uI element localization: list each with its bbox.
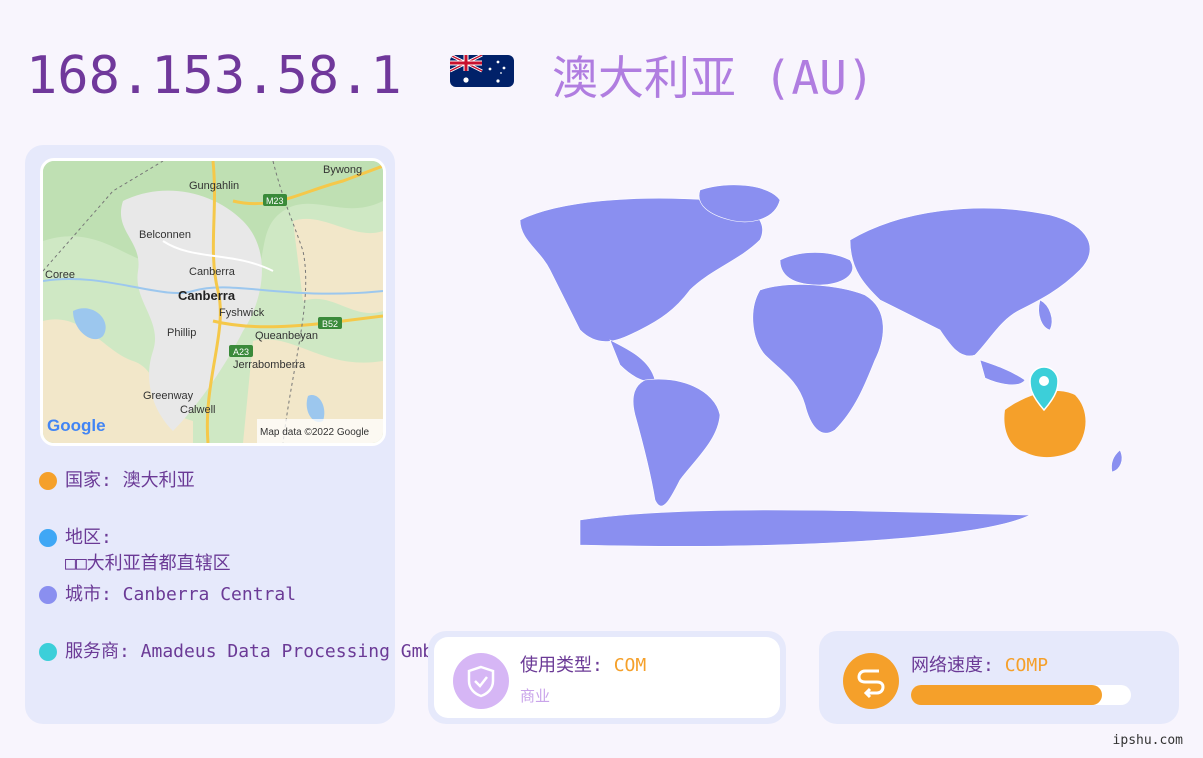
usage-type-card: 使用类型: COM 商业 (428, 631, 786, 724)
map-label-b52: B52 (322, 319, 338, 329)
map-label-jerrabomberra: Jerrabomberra (233, 359, 306, 371)
usage-type-sub: 商业 (520, 687, 551, 705)
network-speed-title: 网络速度: (911, 655, 1005, 676)
map-label-canberra-small: Canberra (189, 266, 236, 278)
map-label-belconnen: Belconnen (139, 229, 191, 241)
usage-type-label: 使用类型: COM (520, 651, 646, 677)
map-label-m23: M23 (266, 196, 284, 206)
australia-flag-icon (450, 55, 514, 87)
country-info: 国家: 澳大利亚 (65, 470, 195, 491)
speed-icon (843, 653, 899, 709)
google-logo: Google (47, 416, 106, 435)
region-dot-icon (39, 529, 57, 547)
site-footer: ipshu.com (1112, 733, 1183, 748)
map-label-coree: Coree (45, 269, 75, 281)
map-label-fyshwick: Fyshwick (219, 307, 265, 319)
map-label-phillip: Phillip (167, 327, 196, 339)
country-dot-icon (39, 472, 57, 490)
isp-row: 服务商: Amadeus Data Processing GmbH (39, 639, 444, 665)
usage-type-title: 使用类型: (520, 655, 614, 676)
city-row: 城市: Canberra Central (39, 582, 296, 608)
shield-icon (453, 653, 509, 709)
map-label-canberra: Canberra (178, 288, 236, 303)
map-attribution: Map data ©2022 Google (260, 427, 370, 438)
ip-address: 168.153.58.1 (26, 46, 402, 106)
map-label-calwell: Calwell (180, 404, 215, 416)
network-speed-value: COMP (1004, 655, 1049, 676)
info-panel: Bywong Gungahlin M23 Belconnen Coree Can… (25, 145, 444, 724)
country-title: 澳大利亚 (AU) (552, 51, 875, 105)
region-label: 地区: (65, 527, 112, 548)
isp-dot-icon (39, 643, 57, 661)
speed-progress-bar (911, 685, 1131, 705)
city-info: 城市: Canberra Central (65, 584, 297, 605)
region-row: 地区: □□大利亚首都直辖区 (39, 525, 231, 577)
city-dot-icon (39, 586, 57, 604)
map-label-bywong: Bywong (323, 164, 362, 176)
network-speed-card: 网络速度: COMP (819, 631, 1179, 724)
city-map[interactable]: Bywong Gungahlin M23 Belconnen Coree Can… (40, 158, 386, 446)
country-row: 国家: 澳大利亚 (39, 468, 195, 494)
speed-progress-fill (911, 685, 1103, 705)
world-map (480, 180, 1170, 560)
map-label-a23: A23 (233, 347, 249, 357)
map-label-greenway: Greenway (143, 390, 194, 402)
network-speed-label: 网络速度: COMP (911, 651, 1048, 677)
map-label-gungahlin: Gungahlin (189, 180, 239, 192)
usage-type-value: COM (613, 655, 647, 676)
region-value: □□大利亚首都直辖区 (65, 553, 231, 574)
map-label-queanbeyan: Queanbeyan (255, 330, 318, 342)
isp-info: 服务商: Amadeus Data Processing GmbH (65, 641, 445, 662)
